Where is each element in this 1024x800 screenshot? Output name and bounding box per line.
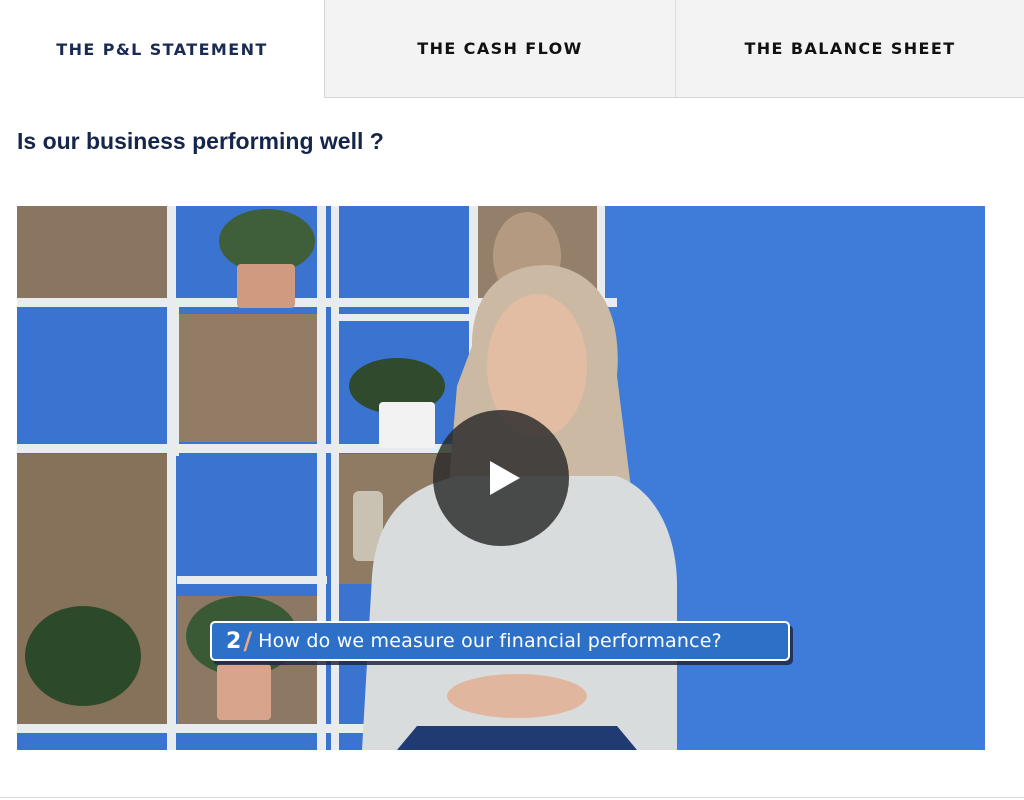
tab-balance-sheet[interactable]: THE BALANCE SHEET: [676, 0, 1024, 98]
play-icon: [490, 461, 520, 495]
tab-pl-statement[interactable]: THE P&L STATEMENT: [0, 0, 325, 98]
video-player[interactable]: 2 / How do we measure our financial perf…: [17, 206, 985, 750]
divider: [0, 797, 1024, 798]
play-button[interactable]: [433, 410, 569, 546]
caption-number: 2: [226, 628, 242, 654]
caption-separator: /: [243, 627, 253, 655]
tab-bar: THE P&L STATEMENT THE CASH FLOW THE BALA…: [0, 0, 1024, 98]
caption-text: How do we measure our financial performa…: [258, 630, 722, 652]
section-heading: Is our business performing well ?: [17, 128, 384, 154]
tab-cash-flow[interactable]: THE CASH FLOW: [325, 0, 676, 98]
video-caption: 2 / How do we measure our financial perf…: [210, 621, 790, 661]
